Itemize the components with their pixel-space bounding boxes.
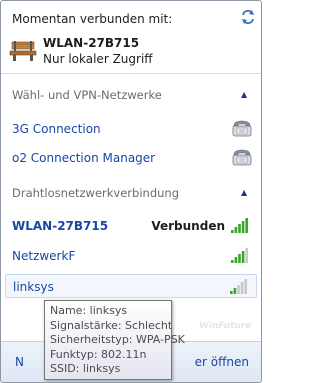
current-network-name: WLAN-27B715 — [43, 36, 140, 50]
signal-bar — [231, 230, 234, 233]
network-tooltip: Name: linksys Signalstärke: Schlecht Sic… — [44, 300, 185, 380]
signal-bar — [240, 282, 244, 294]
signal-strength-icon — [231, 218, 249, 233]
signal-bar — [241, 221, 245, 233]
signal-strength-icon — [230, 279, 248, 294]
signal-bar — [244, 279, 247, 294]
connection-status: Verbunden — [151, 219, 225, 233]
wireless-item-label: WLAN-27B715 — [12, 219, 109, 233]
section-wireless-header[interactable]: Drahtlosnetzwerkverbindung ▲ — [1, 178, 261, 208]
signal-bar — [245, 248, 248, 263]
dialup-phone-icon — [231, 118, 253, 138]
bench-icon — [9, 35, 37, 63]
signal-bar — [233, 288, 237, 294]
tooltip-ssid: SSID: linksys — [50, 362, 121, 376]
signal-bar — [234, 257, 238, 263]
refresh-icon[interactable] — [239, 8, 257, 26]
signal-bar — [234, 227, 238, 233]
tooltip-security: Sicherheitstyp: WPA-PSK — [50, 333, 185, 347]
current-network-status: Nur lokaler Zugriff — [43, 52, 153, 66]
wireless-item-linksys[interactable]: linksys — [5, 274, 257, 298]
dialup-item-label: 3G Connection — [12, 122, 101, 136]
dialup-item-o2[interactable]: o2 Connection Manager — [5, 146, 257, 170]
wireless-item-wlan[interactable]: WLAN-27B715 Verbunden — [5, 214, 257, 238]
signal-bar — [230, 291, 233, 294]
signal-bar — [238, 254, 241, 263]
signal-bar — [231, 260, 234, 263]
wireless-item-label: linksys — [13, 280, 54, 294]
section-wireless-label: Drahtlosnetzwerkverbindung — [12, 186, 179, 200]
open-network-center-link[interactable]: er öffnen — [195, 355, 249, 369]
section-dialup-label: Wähl- und VPN-Netzwerke — [12, 88, 162, 102]
network-flyout: Momentan verbunden mit: WLAN-27B715 Nur … — [0, 0, 262, 383]
footer-left-link[interactable]: N — [15, 355, 24, 369]
current-connection-header: Momentan verbunden mit: WLAN-27B715 Nur … — [1, 1, 261, 73]
wireless-item-netzwerkf[interactable]: NetzwerkF — [5, 244, 257, 268]
tooltip-name: Name: linksys — [50, 304, 128, 317]
wireless-item-label: NetzwerkF — [12, 249, 76, 263]
signal-bar — [241, 251, 245, 263]
tooltip-signal: Signalstärke: Schlecht — [50, 318, 173, 332]
section-dialup-header[interactable]: Wähl- und VPN-Netzwerke ▲ — [1, 80, 261, 110]
tooltip-radio-type: Funktyp: 802.11n — [50, 347, 147, 361]
watermark-logo: WinFuture — [199, 321, 252, 331]
signal-bar — [237, 285, 240, 294]
signal-bar — [238, 224, 241, 233]
collapse-arrow-icon[interactable]: ▲ — [241, 188, 247, 197]
dialup-phone-icon — [231, 147, 253, 167]
dialup-item-label: o2 Connection Manager — [12, 151, 156, 165]
divider — [1, 73, 261, 74]
connection-title: Momentan verbunden mit: — [12, 12, 173, 26]
dialup-item-3g[interactable]: 3G Connection — [5, 117, 257, 141]
collapse-arrow-icon[interactable]: ▲ — [241, 90, 247, 99]
signal-bar — [245, 218, 248, 233]
signal-strength-icon — [231, 248, 249, 263]
